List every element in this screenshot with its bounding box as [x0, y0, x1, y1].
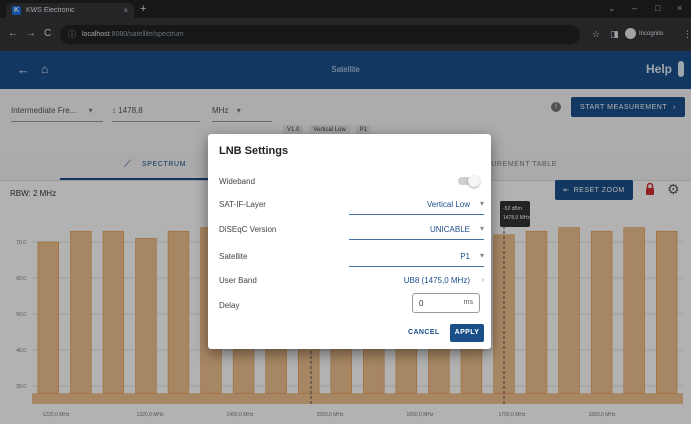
wideband-toggle[interactable]	[458, 175, 480, 187]
toggle-knob	[468, 175, 480, 187]
delay-field[interactable]: ms	[412, 293, 480, 313]
cancel-button[interactable]: CANCEL	[408, 329, 440, 336]
satellite-select[interactable]: P1	[460, 252, 470, 261]
delay-unit: ms	[463, 299, 473, 306]
sat-if-layer-select[interactable]: Vertical Low	[427, 200, 470, 209]
sat-if-layer-underline	[349, 214, 484, 215]
diseqc-select[interactable]: UNICABLE	[430, 225, 470, 234]
user-band-row[interactable]: User Band UB8 (1475,0 MHz) ›	[219, 270, 484, 292]
chevron-right-icon[interactable]: ›	[481, 275, 484, 284]
chevron-down-icon: ▾	[479, 224, 484, 233]
diseqc-row[interactable]: DiSEqC Version UNICABLE ▾	[219, 219, 484, 241]
satellite-underline	[349, 266, 484, 267]
satellite-row[interactable]: Satellite P1 ▾	[219, 246, 484, 268]
sat-if-layer-label: SAT-IF-Layer	[219, 200, 266, 209]
chevron-down-icon: ▾	[479, 199, 484, 208]
lnb-settings-dialog: LNB Settings Wideband SAT-IF-Layer Verti…	[208, 134, 491, 349]
user-band-value[interactable]: UB8 (1475,0 MHz)	[404, 276, 470, 285]
wideband-row: Wideband	[219, 171, 484, 193]
wideband-label: Wideband	[219, 177, 256, 186]
sat-if-layer-row[interactable]: SAT-IF-Layer Vertical Low ▾	[219, 194, 484, 216]
delay-label: Delay	[219, 301, 240, 310]
chevron-down-icon: ▾	[479, 251, 484, 260]
delay-input[interactable]	[419, 297, 455, 309]
user-band-label: User Band	[219, 276, 257, 285]
apply-button[interactable]: APPLY	[450, 324, 484, 342]
dialog-title: LNB Settings	[219, 145, 289, 157]
satellite-label: Satellite	[219, 252, 248, 261]
diseqc-underline	[349, 239, 484, 240]
diseqc-label: DiSEqC Version	[219, 225, 277, 234]
